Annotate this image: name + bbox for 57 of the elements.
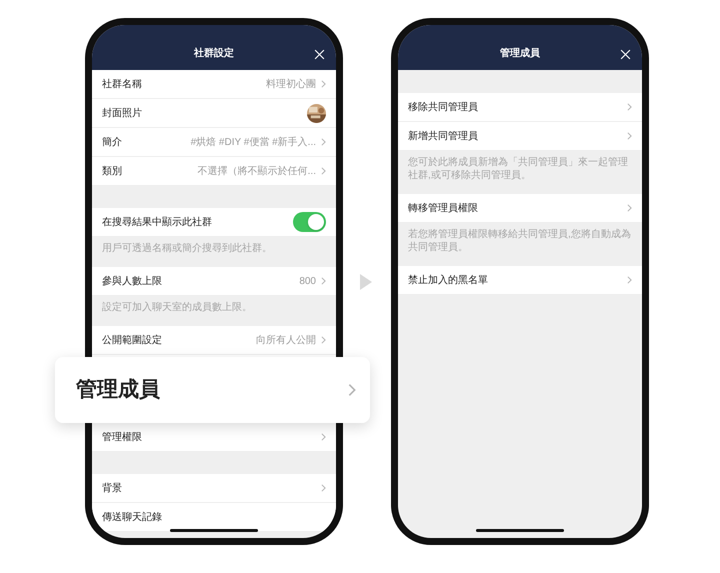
settings-row[interactable]: 背景 [92, 474, 336, 503]
chevron-icon [321, 336, 326, 344]
row-label: 移除共同管理員 [408, 100, 478, 114]
settings-row[interactable]: 在搜尋結果中顯示此社群 [92, 208, 336, 237]
row-value: 800 [299, 274, 316, 288]
chevron-icon [627, 132, 632, 140]
chevron-icon [321, 433, 326, 441]
settings-row[interactable]: 社群名稱 料理初心團 [92, 70, 336, 99]
settings-row[interactable]: 禁止加入的黑名單 [398, 266, 642, 295]
settings-row[interactable]: 參與人數上限 800 [92, 267, 336, 296]
settings-row[interactable]: 封面照片 [92, 99, 336, 128]
row-label: 類別 [102, 164, 122, 178]
note-text: 您可於此將成員新增為「共同管理員」來一起管理社群,或可移除共同管理員。 [407, 156, 629, 183]
row-value: 料理初心團 [266, 78, 316, 92]
row-label: 參與人數上限 [102, 274, 162, 288]
close-icon[interactable] [314, 49, 325, 60]
settings-row[interactable]: 新增共同管理員 [398, 122, 642, 151]
toggle-switch[interactable] [293, 212, 326, 232]
settings-row[interactable]: 移除共同管理員 [398, 93, 642, 122]
highlight-card[interactable]: 管理成員 [55, 357, 370, 423]
row-value: #烘焙 #DIY #便當 #新手入... [190, 136, 316, 150]
arrow-icon [360, 274, 372, 290]
row-label: 管理權限 [102, 430, 142, 444]
chevron-icon [627, 276, 632, 284]
settings-row[interactable]: 管理權限 [92, 423, 336, 452]
note-text: 用戶可透過名稱或簡介搜尋到此社群。 [101, 242, 273, 256]
chevron-icon [321, 80, 326, 88]
row-label: 新增共同管理員 [408, 130, 478, 144]
chevron-icon [321, 138, 326, 146]
row-label: 背景 [102, 482, 122, 496]
row-label: 公開範圍設定 [102, 334, 162, 348]
row-label: 簡介 [102, 136, 122, 150]
chevron-icon [321, 167, 326, 175]
row-label: 封面照片 [102, 106, 142, 120]
settings-row[interactable]: 簡介 #烘焙 #DIY #便當 #新手入... [92, 128, 336, 157]
chevron-icon [627, 204, 632, 212]
row-label: 轉移管理員權限 [408, 202, 478, 216]
chevron-icon [321, 277, 326, 285]
chevron-icon [348, 383, 356, 397]
row-label: 社群名稱 [102, 78, 142, 92]
screen-title: 社群設定 [194, 46, 234, 61]
row-label: 在搜尋結果中顯示此社群 [102, 216, 212, 230]
chevron-icon [321, 484, 326, 492]
settings-row[interactable]: 轉移管理員權限 [398, 194, 642, 223]
screen-title: 管理成員 [500, 46, 540, 61]
row-value: 向所有人公開 [256, 334, 316, 348]
close-icon[interactable] [620, 49, 631, 60]
note-text: 若您將管理員權限轉移給共同管理員,您將自動成為共同管理員。 [407, 228, 632, 255]
row-label: 傳送聊天記錄 [102, 510, 162, 524]
settings-row[interactable]: 公開範圍設定 向所有人公開 [92, 326, 336, 355]
note-text: 設定可加入聊天室的成員數上限。 [101, 300, 253, 315]
highlight-label: 管理成員 [76, 377, 160, 404]
settings-row[interactable]: 類別 不選擇（將不顯示於任何... [92, 157, 336, 186]
chevron-icon [627, 103, 632, 111]
settings-row[interactable]: 傳送聊天記錄 [92, 503, 336, 532]
row-value: 不選擇（將不顯示於任何... [198, 164, 316, 178]
row-label: 禁止加入的黑名單 [408, 274, 488, 288]
